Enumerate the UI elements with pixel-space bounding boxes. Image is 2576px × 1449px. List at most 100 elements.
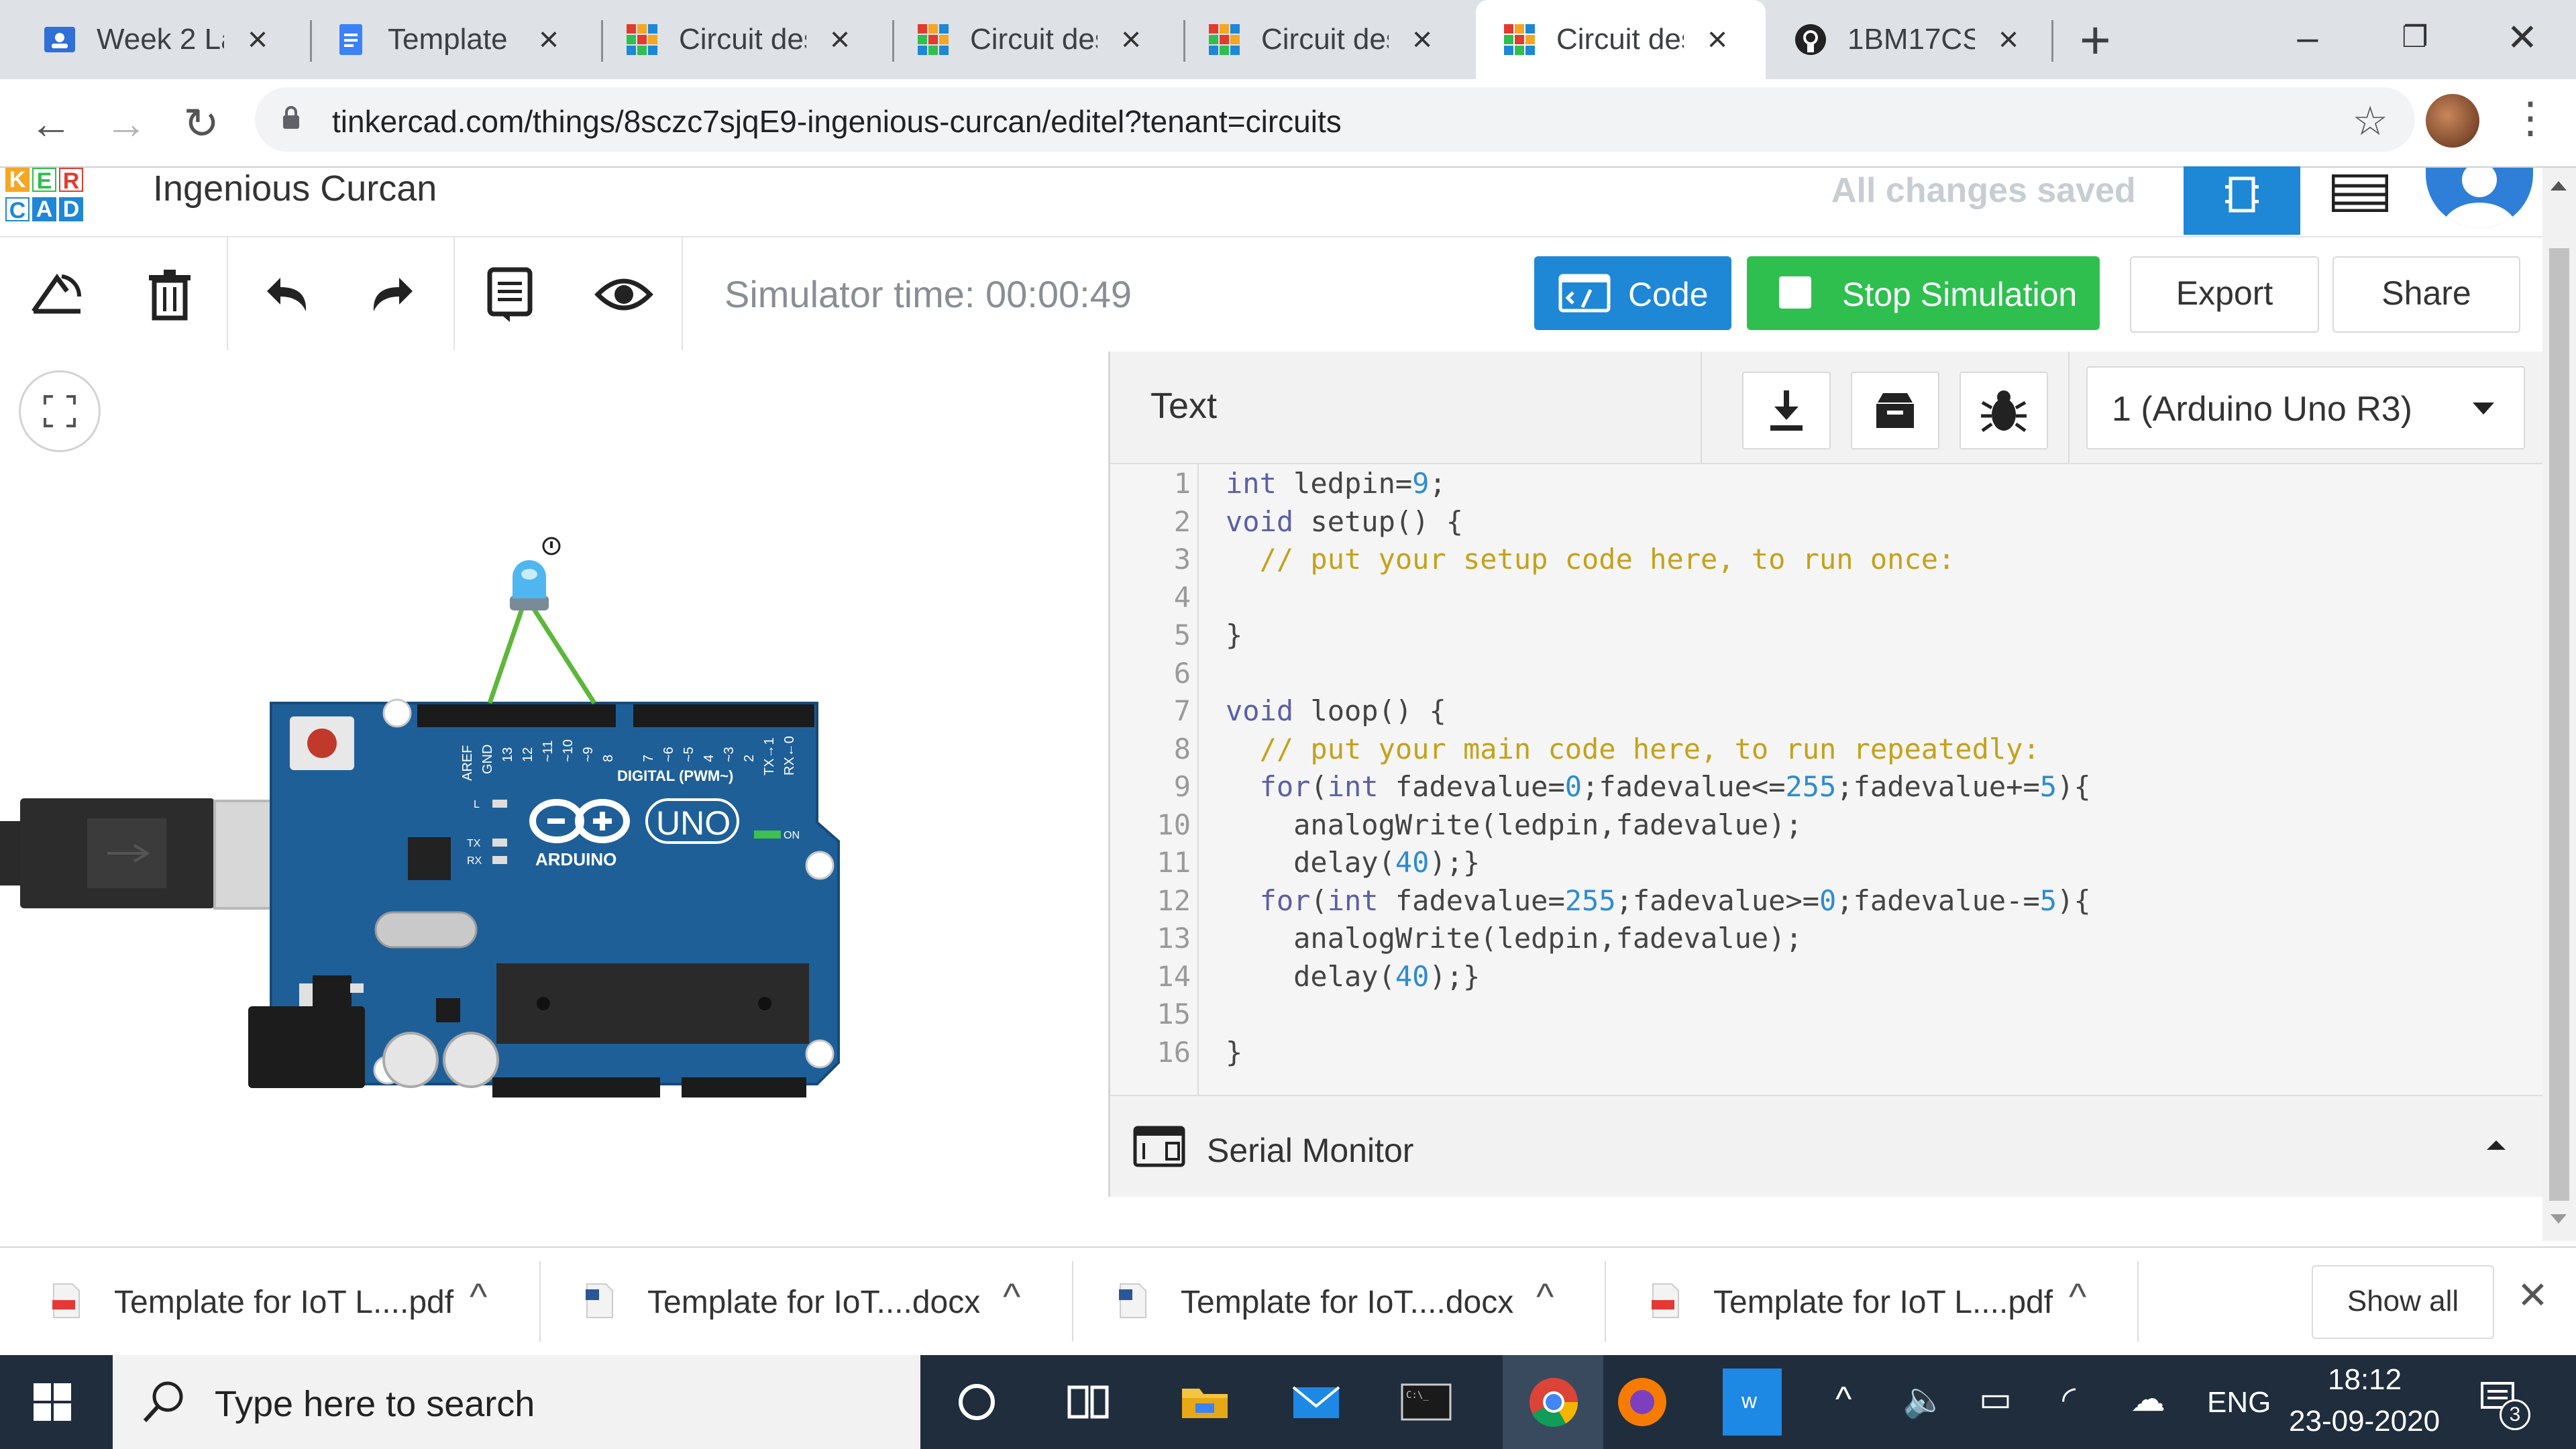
tinkercad-logo[interactable]: K E R C A D bbox=[5, 168, 110, 229]
code-line[interactable]: void loop() { bbox=[1226, 694, 1446, 727]
address-bar[interactable]: tinkercad.com/things/8sczc7sjqE9-ingenio… bbox=[255, 87, 2415, 152]
code-line[interactable]: // put your setup code here, to run once… bbox=[1226, 543, 1955, 576]
taskbar-search-box[interactable]: Type here to search bbox=[113, 1355, 920, 1449]
browser-tab[interactable]: 1BM17CS0 × bbox=[1767, 0, 2062, 79]
stop-simulation-button[interactable]: Stop Simulation bbox=[1747, 256, 2100, 330]
notification-center-icon[interactable]: 3 bbox=[2479, 1379, 2530, 1430]
code-line[interactable]: } bbox=[1226, 619, 1242, 651]
libraries-button[interactable] bbox=[1851, 372, 1939, 449]
speaker-icon[interactable]: 🔈 bbox=[1902, 1379, 1946, 1420]
download-item[interactable]: Template for IoT....docx ^ bbox=[533, 1248, 1067, 1356]
avast-icon[interactable] bbox=[1614, 1374, 1670, 1430]
browser-tab[interactable]: Week 2 Lab × bbox=[0, 0, 309, 79]
chrome-icon[interactable] bbox=[1525, 1374, 1582, 1430]
chevron-up-icon[interactable]: ^ bbox=[2069, 1275, 2086, 1318]
chevron-up-icon[interactable]: ^ bbox=[1835, 1379, 1851, 1419]
browser-menu-icon[interactable]: ⋮ bbox=[2509, 93, 2552, 143]
close-icon[interactable]: × bbox=[243, 19, 272, 60]
file-explorer-icon[interactable] bbox=[1177, 1374, 1233, 1430]
scroll-down-icon[interactable] bbox=[2551, 1214, 2567, 1224]
code-line[interactable]: // put your main code here, to run repea… bbox=[1226, 733, 2040, 765]
close-icon[interactable]: × bbox=[534, 19, 564, 60]
page-scrollbar[interactable] bbox=[2542, 168, 2576, 1241]
word-app-icon[interactable]: w bbox=[1723, 1368, 1782, 1436]
close-icon[interactable]: × bbox=[1703, 19, 1732, 60]
code-button-label: Code bbox=[1628, 276, 1709, 313]
code-line[interactable]: void setup() { bbox=[1226, 505, 1463, 538]
back-button[interactable]: ← bbox=[25, 98, 76, 149]
windows-start-icon[interactable] bbox=[34, 1383, 71, 1421]
browser-tab[interactable]: Circuit desi × bbox=[1165, 0, 1473, 79]
download-code-button[interactable] bbox=[1742, 372, 1831, 449]
rotate-icon[interactable] bbox=[27, 264, 87, 325]
logo-letter: K bbox=[5, 168, 30, 192]
code-line[interactable]: delay(40);} bbox=[1226, 960, 1480, 993]
debugger-button[interactable] bbox=[1960, 372, 2048, 449]
clock-time[interactable]: 18:12 bbox=[2328, 1363, 2402, 1397]
scroll-thumb[interactable] bbox=[2549, 248, 2569, 1201]
wifi-icon[interactable]: ◜ bbox=[2062, 1379, 2076, 1419]
close-downloads-icon[interactable]: ✕ bbox=[2517, 1273, 2548, 1318]
user-avatar[interactable] bbox=[2426, 168, 2533, 228]
fit-view-button[interactable] bbox=[19, 370, 101, 452]
close-icon[interactable]: × bbox=[825, 19, 855, 60]
undo-icon[interactable] bbox=[254, 264, 314, 325]
reload-button[interactable]: ↻ bbox=[176, 98, 227, 149]
browser-tab[interactable]: Circuit desi × bbox=[582, 0, 891, 79]
restore-button[interactable]: ❐ bbox=[2378, 4, 2452, 71]
code-line[interactable]: for(int fadevalue=0;fadevalue<=255;fadev… bbox=[1226, 770, 2091, 803]
notes-icon[interactable] bbox=[480, 264, 541, 325]
cortana-icon[interactable] bbox=[949, 1374, 1005, 1430]
code-line[interactable]: analogWrite(ledpin,fadevalue); bbox=[1226, 808, 1803, 841]
show-all-downloads-button[interactable]: Show all bbox=[2312, 1265, 2494, 1339]
circuit-view-button[interactable] bbox=[2184, 166, 2300, 235]
visibility-eye-icon[interactable] bbox=[594, 264, 654, 325]
download-item[interactable]: Template for IoT L....pdf ^ bbox=[0, 1248, 533, 1356]
code-line[interactable]: int ledpin=9; bbox=[1226, 467, 1446, 500]
code-line[interactable]: analogWrite(ledpin,fadevalue); bbox=[1226, 922, 1803, 955]
code-button[interactable]: Code bbox=[1534, 256, 1731, 330]
redo-icon[interactable] bbox=[366, 264, 426, 325]
profile-avatar[interactable] bbox=[2426, 94, 2479, 148]
window-close-button[interactable]: ✕ bbox=[2485, 4, 2559, 71]
close-icon[interactable]: × bbox=[1994, 19, 2023, 60]
browser-tab[interactable]: Template fo × bbox=[291, 0, 600, 79]
battery-icon[interactable]: ▭ bbox=[1979, 1379, 2012, 1419]
terminal-icon[interactable]: C:\_ bbox=[1398, 1374, 1454, 1430]
device-select[interactable]: 1 (Arduino Uno R3) bbox=[2086, 366, 2525, 449]
component-list-button[interactable] bbox=[2312, 168, 2412, 235]
chevron-up-icon[interactable] bbox=[2487, 1140, 2506, 1150]
chevron-up-icon[interactable]: ^ bbox=[1536, 1275, 1554, 1318]
chevron-up-icon[interactable]: ^ bbox=[1003, 1275, 1020, 1318]
serial-monitor-bar[interactable]: Serial Monitor bbox=[1110, 1095, 2544, 1197]
task-view-icon[interactable] bbox=[1060, 1374, 1116, 1430]
trash-icon[interactable] bbox=[140, 264, 200, 325]
code-line[interactable]: for(int fadevalue=255;fadevalue>=0;fadev… bbox=[1226, 884, 2091, 917]
circuit-canvas[interactable]: AREF GND 13 12 ~11 ~10 ~9 8 7 ~6 ~5 4 ~3… bbox=[0, 352, 1108, 1244]
close-icon[interactable]: × bbox=[1116, 19, 1146, 60]
clock-date[interactable]: 23-09-2020 bbox=[2289, 1405, 2440, 1438]
design-title[interactable]: Ingenious Curcan bbox=[153, 168, 437, 209]
download-item[interactable]: Template for IoT L....pdf ^ bbox=[1599, 1248, 2133, 1356]
code-editor[interactable]: 1 2 3 4 5 6 7 8 9 10 11 12 13 14 15 16 int ledpin=9; voi… bbox=[1110, 464, 2544, 1095]
code-line[interactable]: delay(40);} bbox=[1226, 846, 1480, 879]
bookmark-star-icon[interactable]: ☆ bbox=[2352, 98, 2388, 145]
browser-tab-active[interactable]: Circuit desi × bbox=[1476, 0, 1766, 79]
editor-mode-select[interactable]: Text bbox=[1150, 385, 1217, 427]
browser-tab[interactable]: Circuit desi × bbox=[873, 0, 1182, 79]
download-item[interactable]: Template for IoT....docx ^ bbox=[1067, 1248, 1600, 1356]
close-icon[interactable]: × bbox=[1407, 19, 1437, 60]
onedrive-cloud-icon[interactable]: ☁ bbox=[2131, 1379, 2165, 1419]
chevron-up-icon[interactable]: ^ bbox=[470, 1275, 487, 1318]
mail-icon[interactable] bbox=[1288, 1374, 1344, 1430]
forward-button[interactable]: → bbox=[101, 98, 152, 149]
docx-file-icon bbox=[1119, 1283, 1146, 1318]
code-line[interactable]: } bbox=[1226, 1036, 1242, 1069]
language-indicator[interactable]: ENG bbox=[2207, 1386, 2271, 1419]
arduino-circuit[interactable]: AREF GND 13 12 ~11 ~10 ~9 8 7 ~6 ~5 4 ~3… bbox=[0, 459, 872, 1130]
share-button[interactable]: Share bbox=[2332, 256, 2520, 333]
new-tab-button[interactable]: + bbox=[2080, 9, 2111, 71]
minimize-button[interactable]: – bbox=[2271, 4, 2345, 71]
scroll-up-icon[interactable] bbox=[2551, 181, 2567, 191]
export-button[interactable]: Export bbox=[2130, 256, 2319, 333]
